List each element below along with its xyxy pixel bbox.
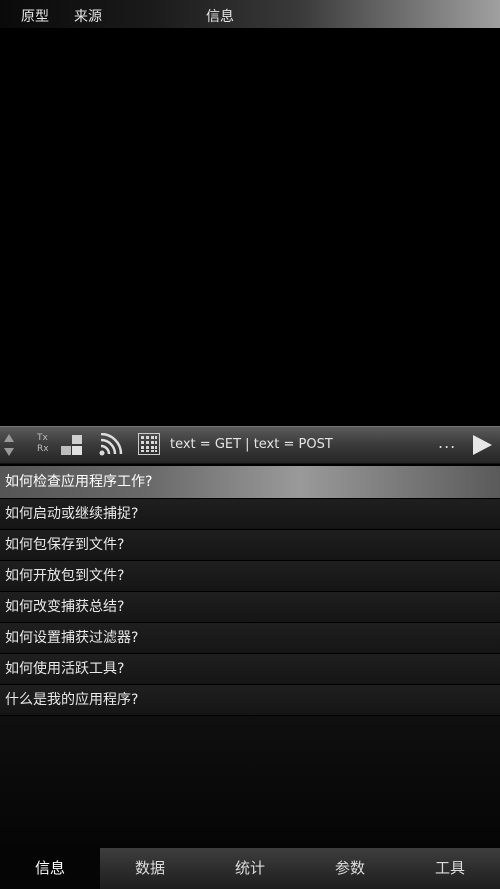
tab-statistics[interactable]: 统计 <box>200 848 300 889</box>
tab-parameters[interactable]: 参数 <box>300 848 400 889</box>
help-item[interactable]: 如何设置捕获过滤器? <box>0 623 500 654</box>
help-item[interactable]: 如何使用活跃工具? <box>0 654 500 685</box>
help-item[interactable]: 如何启动或继续捕捉? <box>0 499 500 530</box>
up-down-arrows-icon[interactable] <box>2 431 16 459</box>
blocks-icon[interactable] <box>60 434 84 456</box>
packet-list-area[interactable] <box>0 28 500 426</box>
capture-filter-text[interactable]: text = GET | text = POST <box>170 437 333 452</box>
bottom-tab-bar: 信息 数据 统计 参数 工具 <box>0 848 500 889</box>
column-info[interactable]: 信息 <box>206 6 234 26</box>
tab-data[interactable]: 数据 <box>100 848 200 889</box>
tab-tools[interactable]: 工具 <box>400 848 500 889</box>
capture-toolbar: Tx Rx text = GET | text = POST ... <box>0 426 500 464</box>
help-item[interactable]: 如何开放包到文件? <box>0 561 500 592</box>
help-item[interactable]: 如何改变捕获总结? <box>0 592 500 623</box>
play-icon[interactable] <box>470 434 494 456</box>
tx-rx-icon[interactable]: Tx Rx <box>37 433 53 455</box>
help-item[interactable]: 如何检查应用程序工作? <box>0 466 500 499</box>
tab-info[interactable]: 信息 <box>0 848 100 889</box>
grid-icon[interactable] <box>138 433 160 455</box>
column-source[interactable]: 来源 <box>74 6 102 26</box>
column-protocol[interactable]: 原型 <box>21 6 49 26</box>
help-item[interactable]: 什么是我的应用程序? <box>0 685 500 716</box>
help-item[interactable]: 如何包保存到文件? <box>0 530 500 561</box>
wifi-icon[interactable] <box>98 433 124 457</box>
more-button[interactable]: ... <box>438 433 456 452</box>
help-list: 如何检查应用程序工作? 如何启动或继续捕捉? 如何包保存到文件? 如何开放包到文… <box>0 466 500 848</box>
column-header: 原型 来源 信息 <box>0 0 500 29</box>
